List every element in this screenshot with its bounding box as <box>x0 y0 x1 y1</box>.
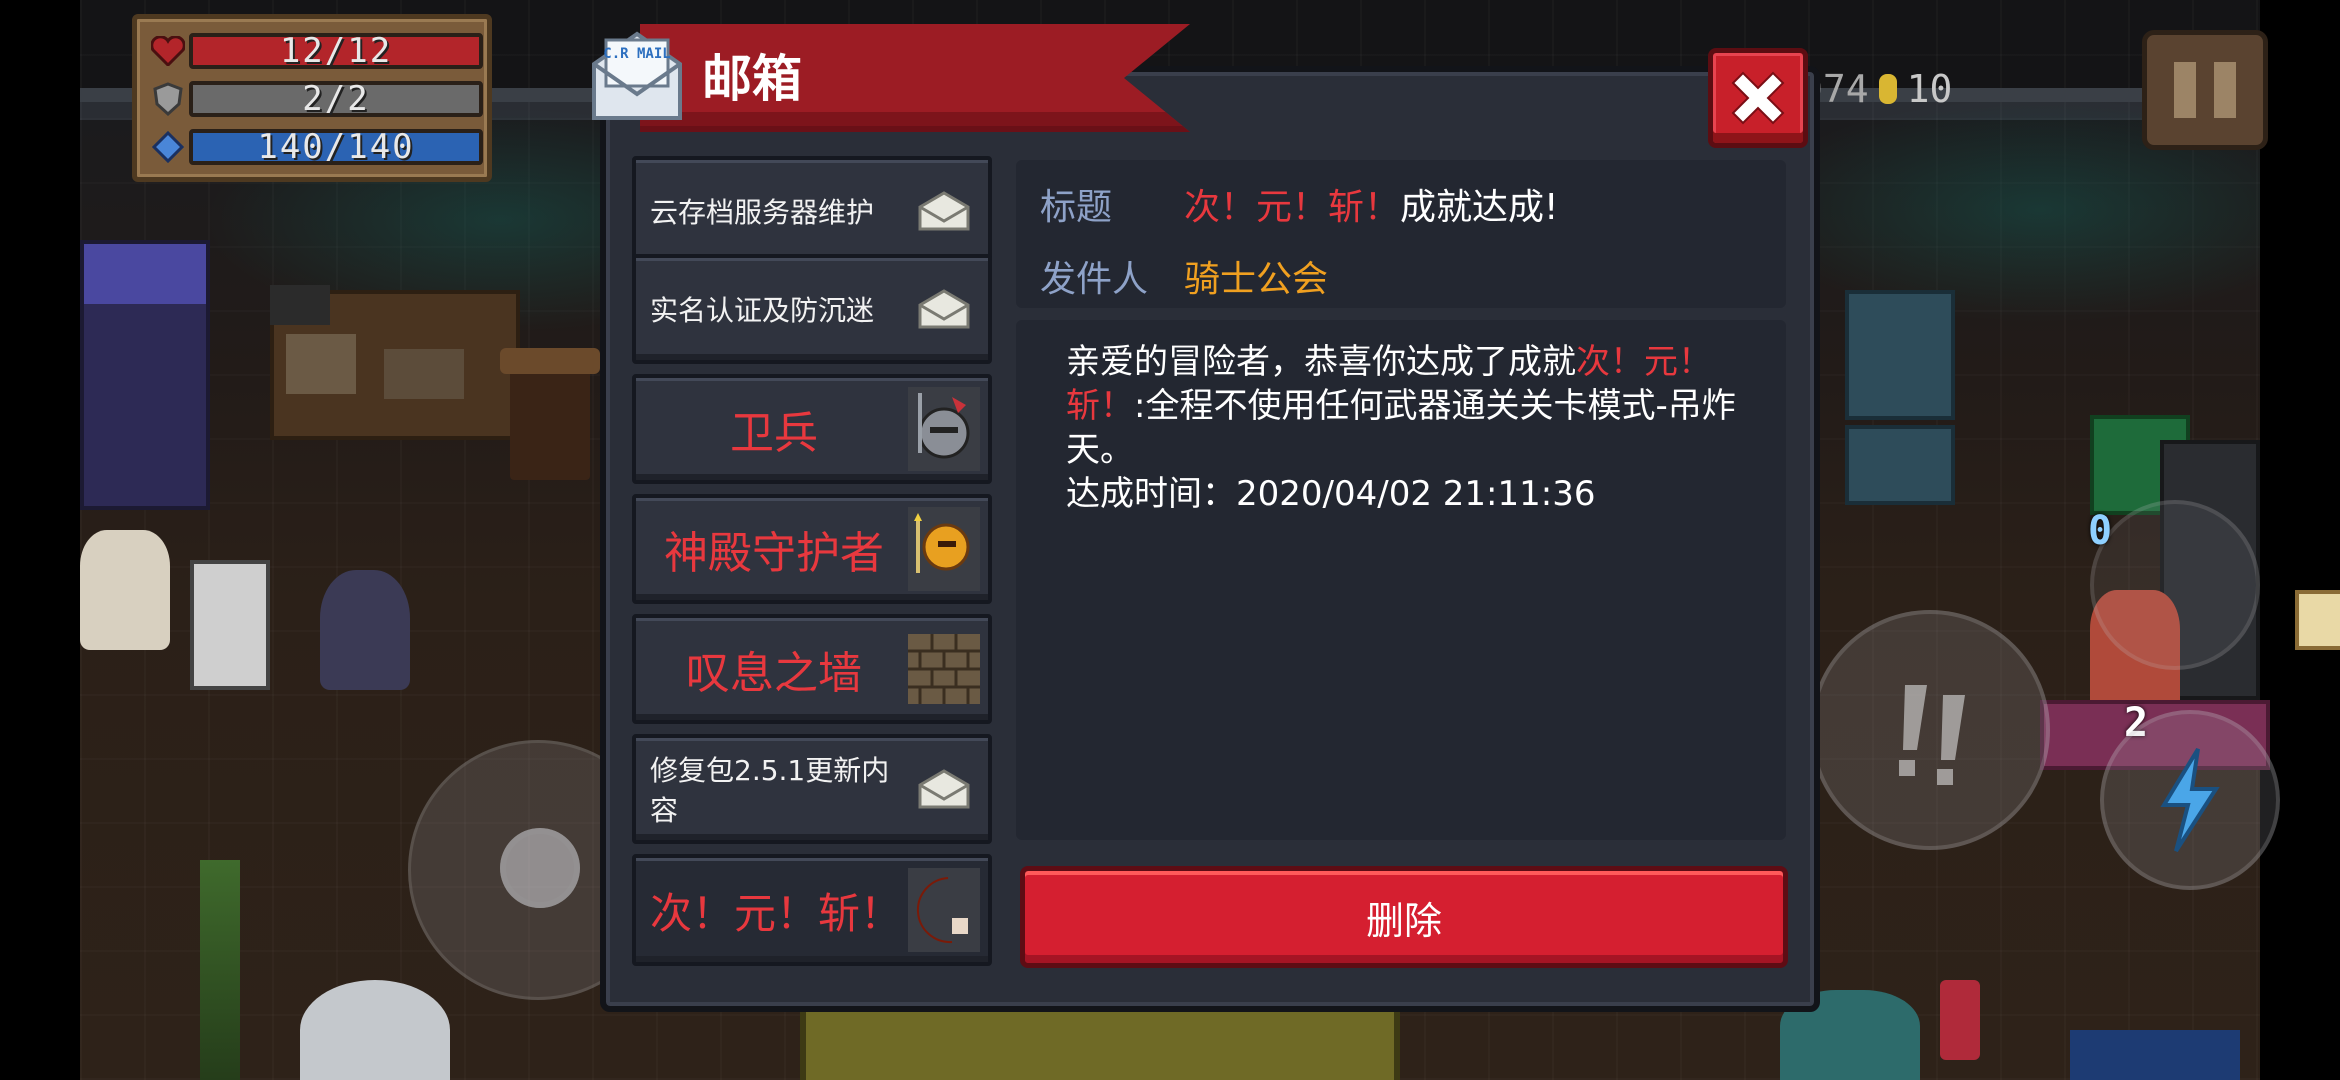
envelope-icon <box>906 744 982 834</box>
fridge-bottom <box>1845 425 1955 505</box>
delete-button[interactable]: 删除 <box>1020 866 1788 968</box>
envelope-icon <box>906 166 982 256</box>
sender-label: 发件人 <box>1040 259 1149 300</box>
energy-row: 140/140 <box>147 127 483 167</box>
armor-row: 2/2 <box>147 79 483 119</box>
player-stats-panel: 12/12 2/2 140/140 <box>132 14 492 182</box>
arcade-machine <box>190 560 270 690</box>
mail-item-label: 叹息之墙 <box>686 648 862 699</box>
vending-shelf <box>80 240 210 510</box>
demon-npc <box>320 570 410 690</box>
cowboy-npc <box>500 348 600 480</box>
lightning-icon <box>2160 747 2220 853</box>
skill-button[interactable] <box>2100 710 2280 890</box>
hp-row: 12/12 <box>147 31 483 71</box>
armor-value: 2/2 <box>189 79 483 119</box>
mail-item[interactable]: 云存档服务器维护 <box>632 156 992 266</box>
subject-achievement: 次！元！斩！ <box>1184 187 1401 228</box>
mail-item-label: 实名认证及防沉迷 <box>650 294 875 327</box>
mail-item[interactable]: 神殿守护者 <box>632 494 992 604</box>
mail-body-intro: 亲爱的冒险者，恭喜你达成了成就 <box>1066 342 1576 382</box>
blue-mat <box>2070 1030 2240 1080</box>
mail-body: 亲爱的冒险者，恭喜你达成了成就次！元！斩！:全程不使用任何武器通关关卡模式-吊炸… <box>1016 320 1786 840</box>
exclamation-icon <box>1899 685 1965 785</box>
subject-label: 标题 <box>1040 187 1113 228</box>
energy-diamond-icon <box>147 127 189 167</box>
mail-detail-header: 标题 次！元！斩！成就达成! 发件人 骑士公会 <box>1016 160 1786 308</box>
mail-item-label: 云存档服务器维护 <box>650 196 875 229</box>
scroll-item <box>2295 590 2340 650</box>
potion-item <box>1940 980 1980 1060</box>
mail-item[interactable]: 实名认证及防沉迷 <box>632 254 992 364</box>
weapon-slot-badge: 0 <box>2088 508 2113 554</box>
subject-suffix: 成就达成! <box>1400 187 1559 228</box>
coin-icon <box>1878 74 1897 104</box>
close-button[interactable] <box>1708 48 1808 148</box>
mail-envelope-icon: C.R MAIL <box>588 28 686 124</box>
mail-body-description: :全程不使用任何武器通关关卡模式-吊炸天。 <box>1066 386 1736 470</box>
mail-icon-text: C.R MAIL <box>603 46 670 62</box>
mail-item-label: 神殿守护者 <box>664 528 884 579</box>
subject-value: 次！元！斩！成就达成! <box>1184 178 1558 230</box>
game-screen: 12/12 2/2 140/140 074 10 0 2 C.R MAIL 邮箱… <box>0 0 2340 1080</box>
mail-item[interactable]: 叹息之墙 <box>632 614 992 724</box>
goat-npc <box>80 530 170 650</box>
potted-plant <box>200 860 240 1080</box>
mail-item-selected[interactable]: 次！元！斩！ <box>632 854 992 966</box>
guard-helmet-icon <box>906 384 982 474</box>
mail-item[interactable]: 卫兵 <box>632 374 992 484</box>
pause-icon <box>2174 62 2196 118</box>
pause-icon-bar <box>2214 62 2236 118</box>
mail-item-label: 卫兵 <box>730 408 818 459</box>
attack-button[interactable] <box>1810 610 2050 850</box>
pause-button[interactable] <box>2142 30 2268 150</box>
currency-display: 074 10 <box>1800 64 1952 114</box>
fridge-top <box>1845 290 1955 420</box>
joystick-knob[interactable] <box>500 828 580 908</box>
close-icon <box>1731 71 1785 125</box>
hp-value: 12/12 <box>189 31 483 71</box>
mailbox-title: 邮箱 <box>702 50 802 108</box>
wall-icon <box>906 624 982 714</box>
yeti-npc <box>300 980 450 1080</box>
envelope-icon <box>906 264 982 354</box>
temple-guardian-icon <box>906 504 982 594</box>
heart-icon <box>147 31 189 71</box>
mail-item[interactable]: 修复包2.5.1更新内容 <box>632 734 992 844</box>
mail-body-time: 达成时间：2020/04/02 21:11:36 <box>1066 474 1596 514</box>
shield-icon <box>147 79 189 119</box>
mail-item-label: 次！元！斩！ <box>650 888 903 938</box>
crescent-slash-icon <box>906 865 982 955</box>
coin-count: 10 <box>1906 67 1953 111</box>
cat-npc <box>270 285 330 325</box>
weapon-switch-button[interactable] <box>2090 500 2260 670</box>
mail-item-label: 修复包2.5.1更新内容 <box>650 754 890 827</box>
energy-value: 140/140 <box>189 127 483 167</box>
sender-value: 骑士公会 <box>1184 259 1329 300</box>
